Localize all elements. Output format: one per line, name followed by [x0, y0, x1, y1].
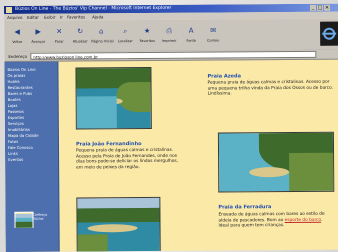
minimize-button[interactable]: _: [309, 4, 317, 11]
favorites-label: Favoritos: [139, 38, 155, 44]
print-button[interactable]: ⎙ Imprimir: [162, 26, 176, 48]
browser-window: Búzios On Line - The Búzios' Vip Channel…: [4, 3, 338, 252]
nav-link[interactable]: Passeios: [8, 109, 56, 114]
nav-link[interactable]: Restaurantes: [8, 85, 56, 90]
nav-link[interactable]: Links: [8, 151, 56, 156]
home-icon: ⌂: [98, 27, 104, 36]
nav-link[interactable]: Mapa da Cidade: [8, 133, 56, 138]
forward-label: Avançar: [31, 39, 46, 44]
forward-button[interactable]: ▶ Avançar: [31, 27, 45, 49]
nav-link[interactable]: Os praias: [7, 73, 55, 78]
search-icon: ⌕: [123, 27, 128, 36]
home-button[interactable]: ⌂ Página Inicial: [91, 26, 114, 48]
refresh-button[interactable]: ↻ Atualizar: [72, 26, 88, 48]
beach-photo-praia-da-ferradura: [76, 196, 161, 252]
menu-go[interactable]: Ir: [60, 14, 63, 21]
site-navigation: Búzios On Line Os praias Hotéis Restaura…: [4, 61, 59, 252]
nav-link[interactable]: Boates: [8, 97, 56, 102]
stop-label: Parar: [54, 39, 64, 44]
nav-link[interactable]: Serviços: [8, 121, 56, 126]
section-title-praia-joao-fernandinho: Praia João Fernandinho: [75, 141, 142, 148]
font-button[interactable]: A Fonte: [184, 26, 198, 48]
mail-label: Correio: [207, 38, 220, 43]
nav-link[interactable]: Fotos: [8, 139, 56, 144]
print-label: Imprimir: [162, 38, 177, 43]
favorites-icon: ★: [144, 26, 151, 36]
ie-logo-icon: [320, 21, 338, 46]
beach-photo-praia-azeda: [75, 66, 152, 130]
back-label: Voltar: [12, 39, 23, 44]
back-arrow-icon: ◀: [14, 27, 20, 36]
font-icon: A: [188, 26, 194, 35]
print-icon: ⎙: [166, 26, 173, 35]
nav-link[interactable]: Hotéis: [8, 79, 56, 84]
section-text-praia-da-ferradura: Enseada de águas calmas com bares ao est…: [218, 212, 333, 230]
ferradura-link[interactable]: esporte do barco: [285, 217, 321, 222]
nav-link[interactable]: Bares e Pubs: [8, 91, 56, 96]
section-text-praia-joao-fernandinho: Pequena praia de águas calmas e cristali…: [75, 147, 178, 171]
nav-link[interactable]: Eventos: [8, 157, 56, 162]
nav-thumbnail-image[interactable]: [14, 211, 34, 228]
toolbar: ◀ Voltar ▶ Avançar ✕ Parar ↻ Atualizar ⌂…: [4, 18, 338, 53]
maximize-button[interactable]: □: [316, 4, 324, 11]
address-input[interactable]: http://www.buzioson line.com.br: [30, 50, 317, 60]
mail-button[interactable]: ✉ Correio: [206, 25, 220, 47]
section-text-praia-azeda: Pequena praia de águas calmas e cristali…: [207, 79, 334, 97]
font-label: Fonte: [186, 38, 196, 43]
search-label: Localizar: [117, 39, 133, 44]
refresh-label: Atualizar: [72, 39, 88, 44]
beach-photo-praia-joao-fernandinho: [217, 131, 335, 193]
nav-link[interactable]: Lojas: [8, 103, 56, 108]
nav-link[interactable]: Búzios On Line: [7, 67, 55, 72]
nav-thumb-caption: Conheça Búzios: [32, 212, 48, 221]
mail-icon: ✉: [210, 26, 217, 35]
address-label: Endereço: [8, 53, 28, 59]
section-title-praia-da-ferradura: Praia da Ferradura: [218, 204, 272, 211]
section-title-praia-azeda: Praia Azeda: [207, 73, 241, 80]
nav-link[interactable]: Fale Conosco: [8, 145, 56, 150]
home-label: Página Inicial: [91, 39, 114, 44]
stop-icon: ✕: [56, 27, 63, 36]
nav-link[interactable]: Imobiliárias: [8, 127, 56, 132]
back-button[interactable]: ◀ Voltar: [10, 27, 24, 49]
search-button[interactable]: ⌕ Localizar: [117, 26, 133, 48]
stop-button[interactable]: ✕ Parar: [52, 27, 66, 49]
ie-app-icon: [6, 6, 13, 13]
close-button[interactable]: ×: [323, 4, 331, 11]
forward-arrow-icon: ▶: [35, 27, 41, 36]
nav-link[interactable]: Esportes: [8, 115, 56, 120]
main-content: Praia Azeda Pequena praia de águas calma…: [57, 60, 338, 252]
favorites-button[interactable]: ★ Favoritos: [139, 26, 155, 48]
refresh-icon: ↻: [77, 27, 84, 36]
